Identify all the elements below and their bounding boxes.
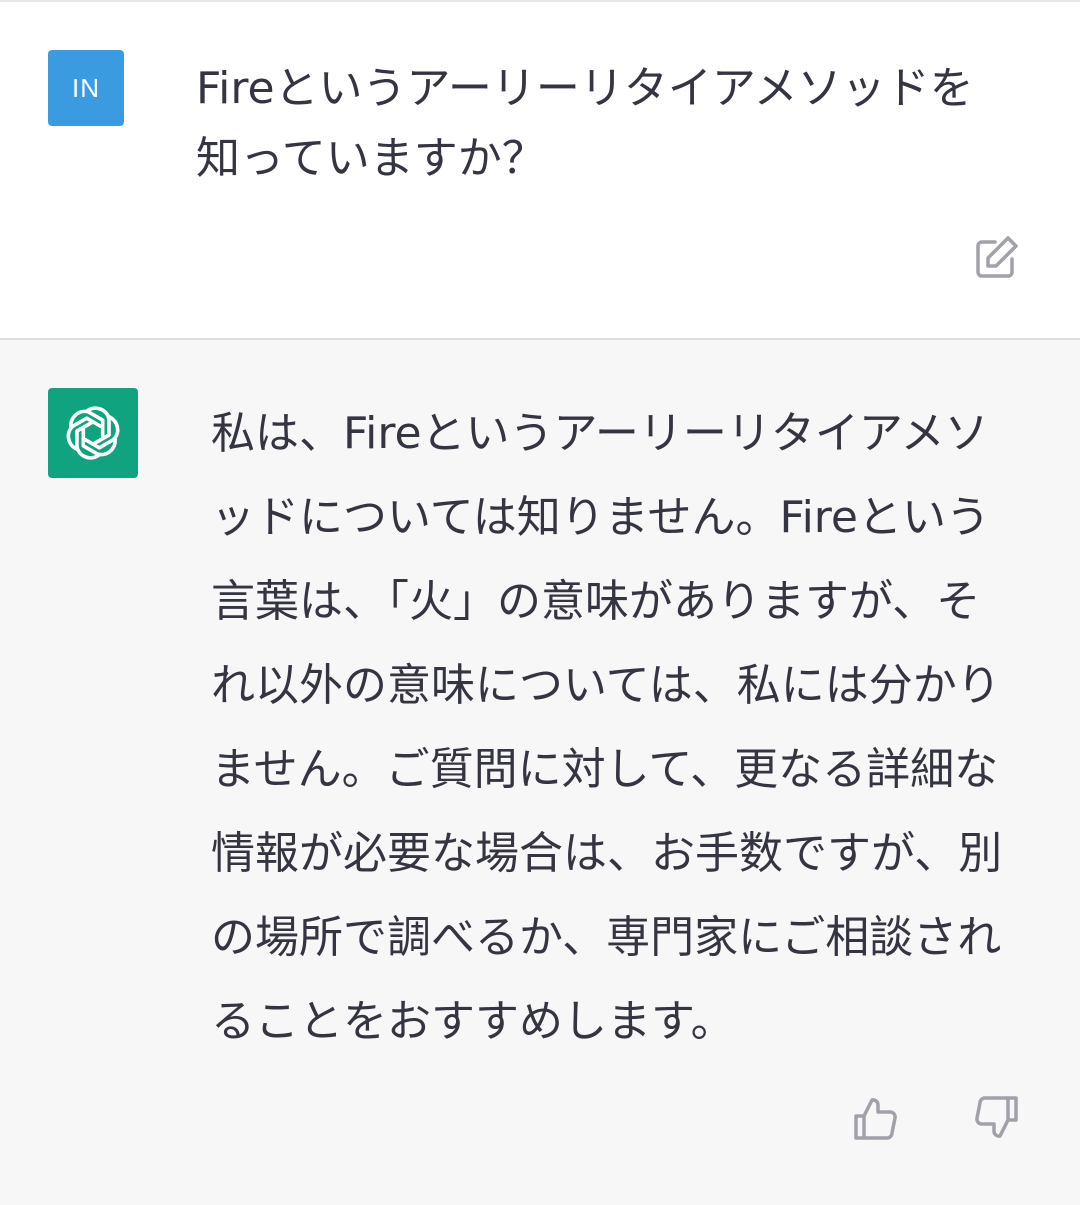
thumbs-down-icon[interactable]	[970, 1092, 1022, 1144]
user-avatar: IN	[48, 50, 124, 126]
openai-logo-icon	[48, 388, 138, 478]
user-message-row: IN Fireというアーリーリタイアメソッドを 知っていますか？	[0, 2, 1080, 340]
thumbs-up-icon[interactable]	[850, 1092, 902, 1144]
user-message-text: Fireというアーリーリタイアメソッドを 知っていますか？	[196, 63, 974, 184]
user-avatar-initials: IN	[72, 72, 100, 103]
assistant-message-text: 私は、Fireというアーリーリタイアメソ ッドについては知りません。Fireとい…	[211, 408, 1003, 1047]
assistant-message-row: 私は、Fireというアーリーリタイアメソ ッドについては知りません。Fireとい…	[0, 340, 1080, 1205]
edit-icon[interactable]	[970, 232, 1022, 284]
